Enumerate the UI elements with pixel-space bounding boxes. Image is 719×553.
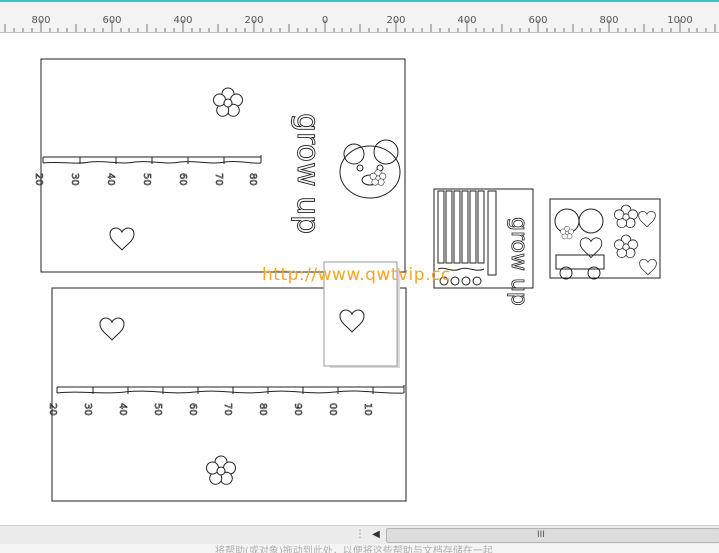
flower-shape[interactable] (206, 455, 236, 485)
watermark-url: http://www.qwtvip.cc (262, 265, 451, 285)
artboard-sheet-1[interactable] (40, 58, 406, 273)
horizontal-ruler[interactable]: 800 600 400 200 0 200 400 600 800 1000 (0, 2, 719, 33)
status-bar: 将帮助(或对象)拖动到此处，以便将这些帮助与文档存储在一起 (0, 544, 719, 553)
ruler-label: 800 (31, 15, 51, 26)
ruler-label: 0 (321, 15, 329, 26)
scrollbar-thumb[interactable]: III (386, 528, 719, 543)
horizontal-scrollbar[interactable]: ⋮ ◀ III (0, 525, 719, 545)
ruler-strip-shape[interactable] (42, 155, 262, 164)
ruler-label: 1000 (667, 15, 693, 26)
status-hint-text: 将帮助(或对象)拖动到此处，以便将这些帮助与文档存储在一起 (215, 546, 493, 553)
ruler-label: 400 (457, 15, 477, 26)
bear-face-shape[interactable] (339, 139, 401, 199)
ruler-label: 600 (102, 15, 122, 26)
scroll-left-arrow-icon[interactable]: ◀ (368, 527, 384, 543)
thumbnail-layout-2[interactable] (549, 198, 661, 280)
ruler-label: 800 (599, 15, 619, 26)
heart-shape[interactable] (99, 317, 125, 341)
thumb-grip-icon: III (537, 530, 545, 540)
ruler-label: 400 (173, 15, 193, 26)
flower-shape[interactable] (213, 87, 243, 117)
scrollbar-split-grip[interactable]: ⋮ (355, 528, 365, 542)
ruler-label: 200 (244, 15, 264, 26)
drawing-canvas[interactable]: grow up grow up 20 30 40 50 60 70 80 20 (0, 33, 719, 525)
ruler-label: 600 (528, 15, 548, 26)
ruler-label: 200 (386, 15, 406, 26)
ruler-strip-shape[interactable] (56, 385, 405, 394)
thumbnail-title-text: grow up (506, 217, 531, 306)
heart-shape[interactable] (109, 227, 135, 251)
